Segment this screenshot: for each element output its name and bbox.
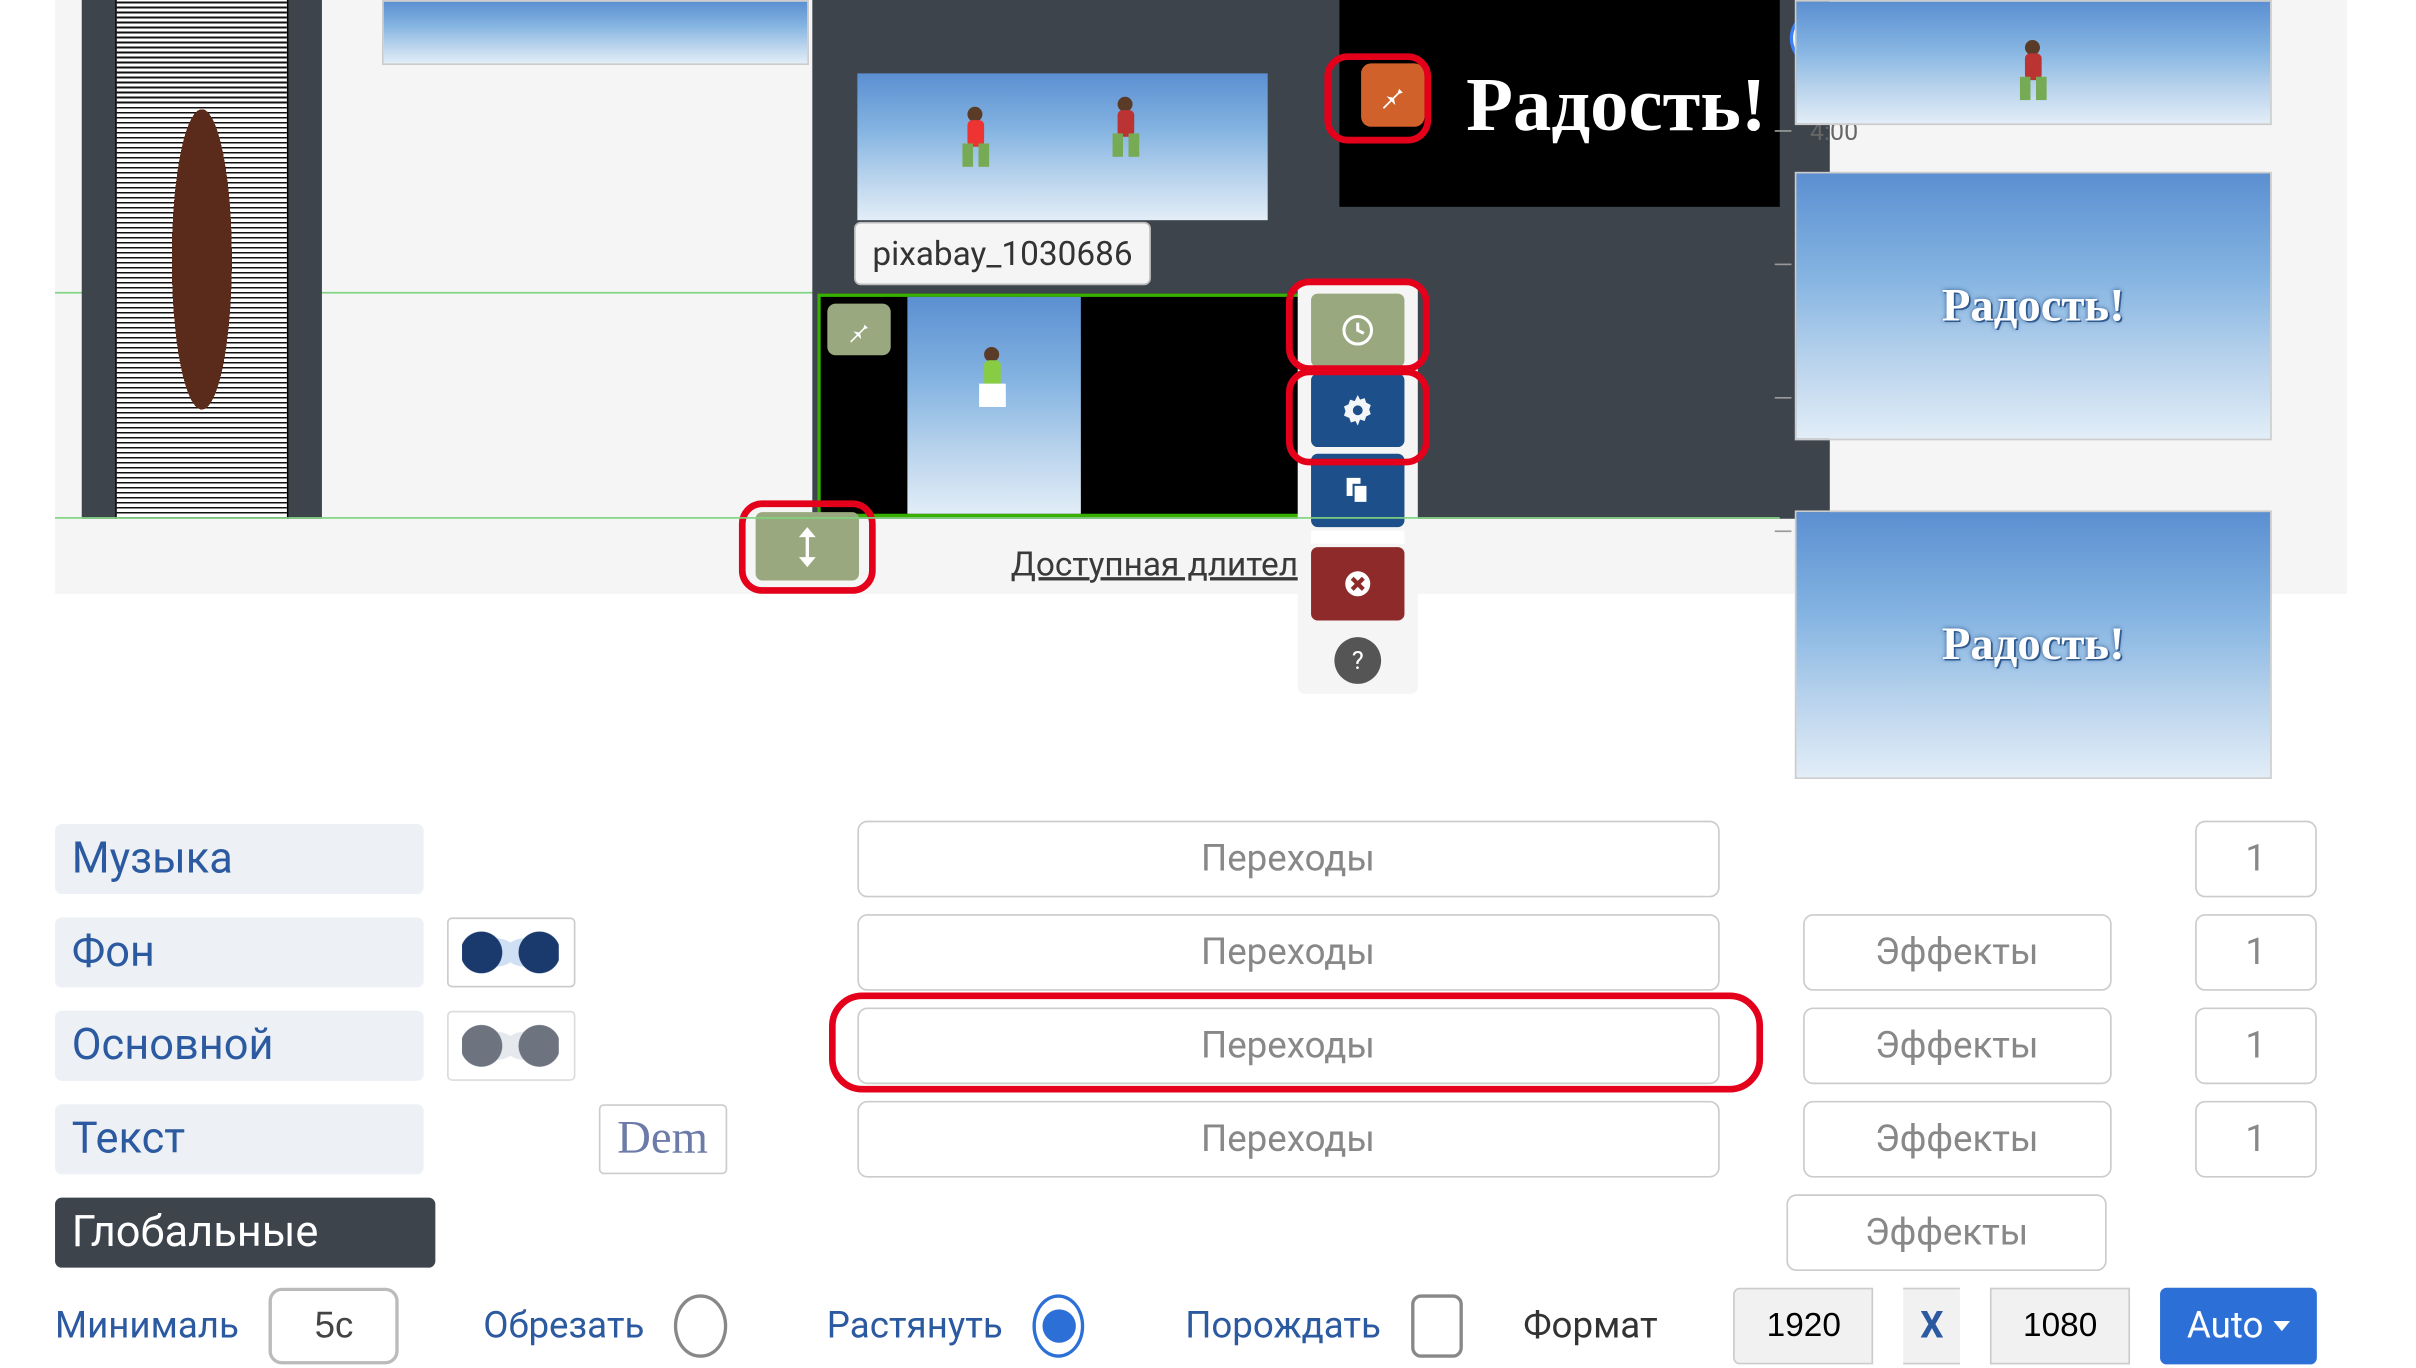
row-text: Текст Dem Переходы Эффекты 1 bbox=[55, 1093, 2317, 1186]
clip-thumbnail-top[interactable] bbox=[382, 0, 809, 65]
count-box-music[interactable]: 1 bbox=[2195, 821, 2317, 898]
settings-button[interactable] bbox=[1311, 374, 1404, 447]
swatch-main[interactable] bbox=[446, 1011, 575, 1081]
clip-duration-caption[interactable]: Доступная длител bbox=[1011, 544, 1298, 584]
bottom-bar: Минималь Обрезать Растянуть Порождать Фо… bbox=[55, 1288, 2317, 1365]
copy-icon bbox=[1341, 474, 1374, 507]
effects-button-text[interactable]: Эффекты bbox=[1802, 1101, 2111, 1178]
move-vertical-button[interactable] bbox=[756, 512, 859, 580]
row-label-text[interactable]: Текст bbox=[55, 1104, 423, 1174]
format-height-input[interactable] bbox=[1990, 1288, 2130, 1365]
clip-thumbnail-mid[interactable] bbox=[857, 73, 1267, 220]
count-box-bg[interactable]: 1 bbox=[2195, 914, 2317, 991]
stretch-radio[interactable] bbox=[1033, 1294, 1085, 1357]
spawn-checkbox[interactable] bbox=[1411, 1294, 1463, 1357]
clip-action-stack: ? bbox=[1298, 284, 1418, 694]
selected-clip-frame[interactable] bbox=[817, 294, 1324, 518]
format-auto-button[interactable]: Auto bbox=[2160, 1288, 2317, 1365]
format-width-input[interactable] bbox=[1734, 1288, 1874, 1365]
stretch-label: Растянуть bbox=[827, 1305, 1003, 1347]
row-main: Основной Переходы Эффекты 1 bbox=[55, 999, 2317, 1092]
preview-thumb-1[interactable] bbox=[1795, 0, 2272, 125]
row-label-global[interactable]: Глобальные bbox=[55, 1198, 435, 1268]
swatch-bg[interactable] bbox=[446, 917, 575, 987]
transitions-button-bg[interactable]: Переходы bbox=[857, 914, 1719, 991]
audio-waveform[interactable] bbox=[115, 0, 288, 519]
format-label: Формат bbox=[1523, 1305, 1657, 1347]
duration-button[interactable] bbox=[1311, 294, 1404, 367]
selected-clip-thumb bbox=[907, 297, 1080, 514]
demo-text: Dem bbox=[617, 1113, 708, 1166]
chevron-down-icon bbox=[2273, 1321, 2290, 1331]
row-label-bg[interactable]: Фон bbox=[55, 917, 423, 987]
row-label-music[interactable]: Музыка bbox=[55, 824, 423, 894]
count-box-text[interactable]: 1 bbox=[2195, 1101, 2317, 1178]
transitions-button-main[interactable]: Переходы bbox=[857, 1007, 1719, 1084]
help-button[interactable]: ? bbox=[1334, 637, 1381, 684]
effects-button-global[interactable]: Эффекты bbox=[1786, 1194, 2106, 1271]
min-label: Минималь bbox=[55, 1305, 239, 1347]
clip-filename-tooltip: pixabay_1030686 bbox=[854, 222, 1151, 285]
preview-thumb-text: Радость! bbox=[1942, 618, 2125, 671]
row-label-main[interactable]: Основной bbox=[55, 1011, 423, 1081]
preview-thumb-3[interactable]: Радость! bbox=[1795, 510, 2272, 779]
pin-icon bbox=[1378, 80, 1408, 110]
help-icon: ? bbox=[1352, 646, 1364, 676]
preview-thumb-2[interactable]: Радость! bbox=[1795, 172, 2272, 441]
move-vertical-icon bbox=[792, 526, 822, 566]
min-duration-input[interactable] bbox=[269, 1288, 399, 1365]
swatch-text[interactable]: Dem bbox=[598, 1104, 727, 1174]
count-box-main[interactable]: 1 bbox=[2195, 1007, 2317, 1084]
delete-button[interactable] bbox=[1311, 547, 1404, 620]
row-bg: Фон Переходы Эффекты 1 bbox=[55, 906, 2317, 999]
effects-button-main[interactable]: Эффекты bbox=[1802, 1007, 2111, 1084]
effects-button-bg[interactable]: Эффекты bbox=[1802, 914, 2111, 991]
overlay-text: Радость! bbox=[1466, 59, 1766, 147]
transitions-button-text[interactable]: Переходы bbox=[857, 1101, 1719, 1178]
pin-button-overlay[interactable] bbox=[1361, 63, 1424, 126]
format-x: X bbox=[1904, 1288, 1960, 1365]
delete-icon bbox=[1341, 567, 1374, 600]
gear-icon bbox=[1339, 392, 1376, 429]
row-music: Музыка Переходы 1 bbox=[55, 812, 2317, 905]
row-global: Глобальные Эффекты bbox=[55, 1186, 2317, 1279]
pin-icon bbox=[846, 316, 873, 343]
clock-icon bbox=[1339, 312, 1376, 349]
crop-radio[interactable] bbox=[674, 1294, 726, 1357]
auto-label: Auto bbox=[2187, 1305, 2264, 1347]
transitions-button-music[interactable]: Переходы bbox=[857, 821, 1719, 898]
copy-button[interactable] bbox=[1311, 454, 1404, 527]
layer-rows: Музыка Переходы 1 Фон Переходы Эффекты 1… bbox=[55, 812, 2317, 1279]
spawn-label: Порождать bbox=[1185, 1305, 1381, 1347]
pin-button-clip[interactable] bbox=[827, 304, 890, 356]
preview-thumb-text: Радость! bbox=[1942, 279, 2125, 332]
crop-label: Обрезать bbox=[483, 1305, 644, 1347]
